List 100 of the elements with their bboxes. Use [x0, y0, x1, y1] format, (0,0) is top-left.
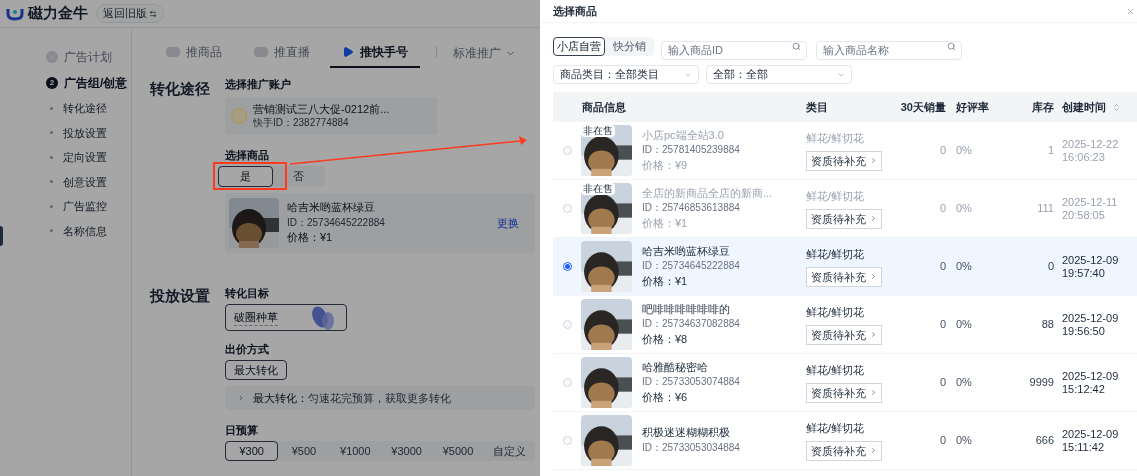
product-name: 小店pc端全站3.0 — [642, 128, 725, 143]
promotion-tab[interactable]: 推商品 — [154, 38, 234, 68]
sidebar-item[interactable]: 转化途径 — [46, 100, 131, 117]
tip-text: 最大转化：匀速花完预算，获取更多转化 — [253, 390, 451, 406]
created-time-cell-text: 2025-12-09 19:56:50 — [1061, 311, 1120, 338]
column-header: 类目 — [806, 99, 829, 115]
created-time-cell-text: 2025-12-09 15:11:42 — [1061, 427, 1120, 454]
category-text: 鲜花/鲜切花 — [806, 131, 865, 146]
account-id: 快手ID：2382774884 — [253, 116, 350, 130]
product-name: 哈雅酷秘密哈 — [642, 360, 709, 375]
mode-dropdown[interactable]: 标准推广 — [445, 38, 524, 68]
budget-option[interactable]: 自定义 — [483, 441, 535, 461]
budget-option[interactable]: ¥1000 — [329, 441, 381, 461]
sidebar-item[interactable]: 定向设置 — [46, 149, 131, 166]
product-id: ID：25733053034884 — [642, 442, 741, 455]
stock-cell-text: 88 — [1040, 317, 1054, 333]
tab-icon — [166, 47, 180, 57]
product-id: ID：25733053074884 — [642, 376, 741, 389]
section-title: 投放设置 — [150, 286, 211, 306]
chevron-right-icon — [870, 331, 877, 339]
category-text: 鲜花/鲜切花 — [806, 421, 865, 436]
side-tab[interactable] — [0, 226, 3, 246]
tab-icon — [254, 47, 268, 57]
stock-cell-text: 666 — [1034, 433, 1054, 449]
product-id: ID：25781405239884 — [642, 144, 741, 157]
product-price: 价格：¥9 — [642, 158, 689, 173]
qualification-button[interactable]: 资质待补充 — [806, 324, 882, 345]
change-link[interactable]: 更换 — [497, 214, 519, 232]
toggle-option[interactable]: 否 — [272, 166, 325, 187]
qualification-button[interactable]: 资质待补充 — [806, 382, 882, 403]
category-text: 鲜花/鲜切花 — [806, 305, 865, 320]
product-id: ID：25746853613884 — [642, 202, 741, 215]
column-header: 30天销量 — [899, 99, 946, 115]
chevron-right-icon — [870, 389, 877, 397]
back-to-old-version-button[interactable]: 返回旧版 — [96, 4, 164, 23]
toggle-option[interactable]: 是 — [218, 166, 273, 187]
status-badge: 非在售 — [581, 125, 615, 137]
section-title: 转化途径 — [150, 79, 211, 99]
field-label: 转化目标 — [225, 287, 270, 300]
rating-cell-text: 0% — [955, 143, 973, 159]
drawer-title: 选择商品 — [553, 3, 597, 19]
category-text: 鲜花/鲜切花 — [806, 247, 865, 262]
budget-option[interactable]: ¥3000 — [381, 441, 433, 461]
category-text: 鲜花/鲜切花 — [806, 189, 865, 204]
source-tab[interactable]: 快分销 — [604, 37, 654, 56]
budget-option[interactable]: ¥5000 — [432, 441, 484, 461]
sidebar-item[interactable]: 名称信息 — [46, 222, 131, 239]
source-tab[interactable]: 小店自营 — [553, 37, 605, 56]
status-badge: 非在售 — [581, 183, 615, 195]
bid-option[interactable]: 最大转化 — [225, 360, 287, 380]
expand-icon — [237, 394, 245, 402]
radio-button[interactable] — [562, 262, 572, 271]
sidebar-item[interactable]: 创意设置 — [46, 173, 131, 190]
qualification-button[interactable]: 资质待补充 — [806, 266, 882, 287]
sidebar-item[interactable]: 投放设置 — [46, 124, 131, 141]
category-select[interactable]: 商品类目：全部类目 — [553, 65, 699, 84]
created-time-cell-text: 2025-12-22 16:06:23 — [1061, 137, 1120, 164]
product-id: ID：25734637082884 — [642, 318, 741, 331]
id-search-field[interactable]: 输入商品ID — [661, 40, 807, 60]
rating-cell-text: 0% — [955, 433, 973, 449]
sidebar-item[interactable]: 广告监控 — [46, 198, 131, 215]
sidebar-step[interactable]: 2 广告组/创意 — [46, 74, 131, 92]
column-header: 商品信息 — [581, 99, 627, 115]
sidebar-step[interactable]: 广告计划 — [46, 48, 131, 66]
product-price: 价格：¥6 — [642, 390, 689, 405]
field-label: 选择商品 — [225, 149, 270, 162]
created-time-cell-text: 2025-12-09 15:12:42 — [1061, 369, 1120, 396]
logo-icon — [6, 6, 24, 21]
stock-cell-text: 0 — [1046, 259, 1054, 275]
promotion-tab[interactable]: 推快手号 — [330, 38, 420, 68]
sales-cell-text: 0 — [938, 375, 946, 391]
product-name: 积极迷迷糊糊积极 — [642, 426, 731, 441]
stock-cell-text: 111 — [1036, 201, 1054, 217]
field-label: 选择推广账户 — [225, 78, 292, 91]
rating-cell-text: 0% — [955, 317, 973, 333]
budget-option[interactable]: ¥500 — [278, 441, 330, 461]
column-header: 好评率 — [955, 99, 990, 115]
qualification-button[interactable]: 资质待补充 — [806, 440, 882, 461]
sales-cell-text: 0 — [938, 259, 946, 275]
account-card[interactable]: 营销测试三八大促-0212前... 快手ID：2382774884 — [225, 97, 437, 135]
budget-option[interactable]: ¥300 — [225, 441, 279, 461]
stock-cell-text: 1 — [1046, 143, 1054, 159]
chevron-right-icon — [870, 273, 877, 281]
rating-cell-text: 0% — [955, 375, 973, 391]
name-search-field[interactable]: 输入商品名称 — [816, 40, 962, 60]
column-header: 库存 — [1031, 99, 1054, 115]
play-icon — [342, 46, 354, 58]
promotion-tab[interactable]: 推直播 — [242, 38, 322, 68]
stock-cell-text: 9999 — [1028, 375, 1054, 391]
column-header[interactable]: 创建时间 — [1054, 98, 1137, 116]
chevron-right-icon — [870, 447, 877, 455]
category-text: 鲜花/鲜切花 — [806, 363, 865, 378]
brand-name: 磁力金牛 — [28, 3, 88, 24]
search-icon — [947, 42, 956, 51]
product-price: 价格：¥1 — [642, 274, 689, 289]
rating-cell-text: 0% — [955, 201, 973, 217]
goal-card[interactable]: 破圈种草 — [225, 304, 347, 331]
created-time-cell-text: 2025-12-09 19:57:40 — [1061, 253, 1120, 280]
status-select[interactable]: 全部：全部 — [706, 65, 852, 84]
close-icon[interactable] — [1126, 6, 1135, 16]
